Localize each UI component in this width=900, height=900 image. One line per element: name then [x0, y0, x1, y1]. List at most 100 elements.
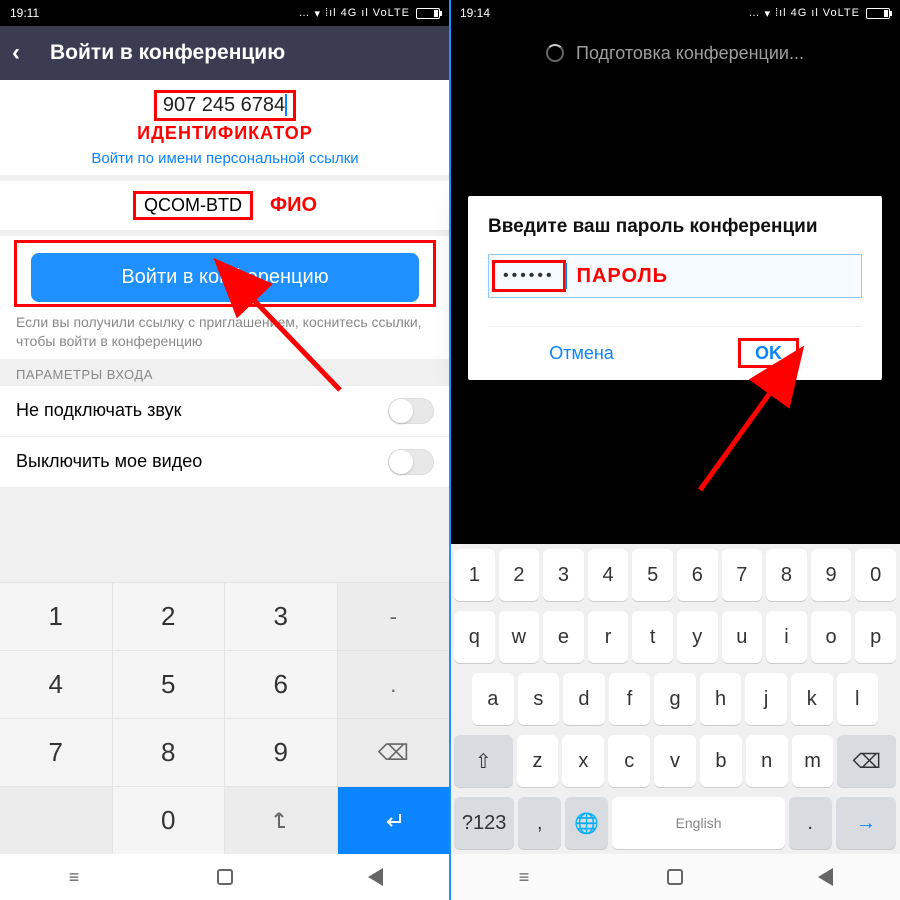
titlebar: ‹ Войти в конференцию: [0, 26, 450, 80]
key-e[interactable]: e: [543, 611, 584, 663]
key-i[interactable]: i: [766, 611, 807, 663]
qwerty-keyboard: 1234567890 qwertyuiop asdfghjkl ⇧zxcvbnm…: [450, 544, 900, 854]
key-t[interactable]: t: [632, 611, 673, 663]
numpad-key-6[interactable]: 6: [225, 650, 338, 718]
key-z[interactable]: z: [517, 735, 559, 787]
personal-link[interactable]: Войти по имени персональной ссылки: [0, 146, 450, 175]
spinner-icon: [546, 44, 564, 62]
phone-left: 19:11 … ▾ ⁞ıl 4G ıl VoLTE ‹ Войти в конф…: [0, 0, 450, 900]
key-g[interactable]: g: [654, 673, 696, 725]
key-l[interactable]: l: [837, 673, 879, 725]
status-icons: … ▾ ⁞ıl 4G ıl VoLTE: [299, 7, 441, 20]
status-time-right: 19:14: [460, 6, 490, 20]
key-w[interactable]: w: [499, 611, 540, 663]
key-6[interactable]: 6: [677, 549, 718, 601]
back-icon[interactable]: ‹: [12, 39, 20, 67]
annotation-fio: ФИО: [270, 194, 317, 216]
numpad-key--[interactable]: -: [338, 582, 451, 650]
annotation-arrow-ok: [680, 370, 800, 505]
numpad-key-0[interactable]: 0: [113, 786, 226, 854]
numpad-key-backspace[interactable]: ⌫: [338, 718, 451, 786]
nav-back-icon[interactable]: [364, 866, 386, 888]
key-8[interactable]: 8: [766, 549, 807, 601]
key-5[interactable]: 5: [632, 549, 673, 601]
signal-icon: ⁞ıl: [775, 7, 787, 19]
battery-icon: [866, 8, 890, 19]
key-4[interactable]: 4: [588, 549, 629, 601]
key-9[interactable]: 9: [811, 549, 852, 601]
meeting-id-section: 907 245 6784 ИДЕНТИФИКАТОР Войти по имен…: [0, 80, 450, 175]
password-input[interactable]: •••••• ПАРОЛЬ: [488, 254, 862, 298]
status-time: 19:11: [10, 6, 39, 20]
key-1[interactable]: 1: [454, 549, 495, 601]
status-bar: 19:11 … ▾ ⁞ıl 4G ıl VoLTE: [0, 0, 450, 26]
key-backspace[interactable]: ⌫: [837, 735, 896, 787]
key-symbols[interactable]: ?123: [454, 797, 514, 849]
nav-home-icon[interactable]: [214, 866, 236, 888]
key-k[interactable]: k: [791, 673, 833, 725]
meeting-id-input[interactable]: 907 245 6784: [0, 80, 450, 125]
nav-menu-icon[interactable]: ≡: [64, 866, 86, 888]
numpad-key-1[interactable]: 1: [0, 582, 113, 650]
cancel-button[interactable]: Отмена: [488, 327, 675, 380]
toggle-no-audio[interactable]: [388, 398, 434, 424]
options-header: ПАРАМЕТРЫ ВХОДА: [0, 359, 450, 386]
key-x[interactable]: x: [562, 735, 604, 787]
toggle-no-video[interactable]: [388, 449, 434, 475]
numeric-keypad: 123- 456. 789⌫ 0: [0, 582, 450, 854]
dialog-buttons: Отмена OK: [488, 326, 862, 380]
numpad-key-5[interactable]: 5: [113, 650, 226, 718]
key-b[interactable]: b: [700, 735, 742, 787]
key-q[interactable]: q: [454, 611, 495, 663]
key-f[interactable]: f: [609, 673, 651, 725]
numpad-key-2[interactable]: 2: [113, 582, 226, 650]
text-cursor: [565, 263, 567, 289]
key-period[interactable]: .: [789, 797, 832, 849]
display-name-input[interactable]: QCOM-BTD ФИО: [0, 181, 450, 230]
key-3[interactable]: 3: [543, 549, 584, 601]
key-globe[interactable]: 🌐: [565, 797, 608, 849]
key-7[interactable]: 7: [722, 549, 763, 601]
numpad-key-3[interactable]: 3: [225, 582, 338, 650]
key-shift[interactable]: ⇧: [454, 735, 513, 787]
key-j[interactable]: j: [745, 673, 787, 725]
key-space[interactable]: English: [612, 797, 784, 849]
numpad-key-7[interactable]: 7: [0, 718, 113, 786]
key-2[interactable]: 2: [499, 549, 540, 601]
ok-button-label: OK: [738, 338, 799, 368]
key-y[interactable]: y: [677, 611, 718, 663]
key-s[interactable]: s: [518, 673, 560, 725]
nav-home-icon[interactable]: [664, 866, 686, 888]
numpad-key-.[interactable]: .: [338, 650, 451, 718]
nav-menu-icon[interactable]: ≡: [514, 866, 536, 888]
numpad-key-hide[interactable]: [225, 786, 338, 854]
key-m[interactable]: m: [792, 735, 834, 787]
key-p[interactable]: p: [855, 611, 896, 663]
join-button[interactable]: Войти в конференцию: [31, 253, 419, 302]
numpad-key-enter[interactable]: [338, 786, 451, 854]
network-4g: 4G: [791, 7, 808, 19]
key-c[interactable]: c: [608, 735, 650, 787]
key-d[interactable]: d: [563, 673, 605, 725]
option-no-audio-label: Не подключать звук: [16, 400, 181, 421]
numpad-key-8[interactable]: 8: [113, 718, 226, 786]
loading-title: Подготовка конференции...: [576, 43, 804, 64]
nav-back-icon[interactable]: [814, 866, 836, 888]
key-o[interactable]: o: [811, 611, 852, 663]
key-a[interactable]: a: [472, 673, 514, 725]
key-h[interactable]: h: [700, 673, 742, 725]
key-v[interactable]: v: [654, 735, 696, 787]
key-comma[interactable]: ,: [518, 797, 561, 849]
signal-icon-2: ıl: [361, 7, 369, 19]
battery-icon: [416, 8, 440, 19]
annotation-arrow-join: [230, 280, 360, 405]
key-u[interactable]: u: [722, 611, 763, 663]
key-n[interactable]: n: [746, 735, 788, 787]
key-0[interactable]: 0: [855, 549, 896, 601]
numpad-key-9[interactable]: 9: [225, 718, 338, 786]
numpad-key-4[interactable]: 4: [0, 650, 113, 718]
numpad-key-space[interactable]: [0, 786, 113, 854]
key-r[interactable]: r: [588, 611, 629, 663]
key-enter[interactable]: →: [836, 797, 896, 849]
android-navbar-right: ≡: [450, 854, 900, 900]
